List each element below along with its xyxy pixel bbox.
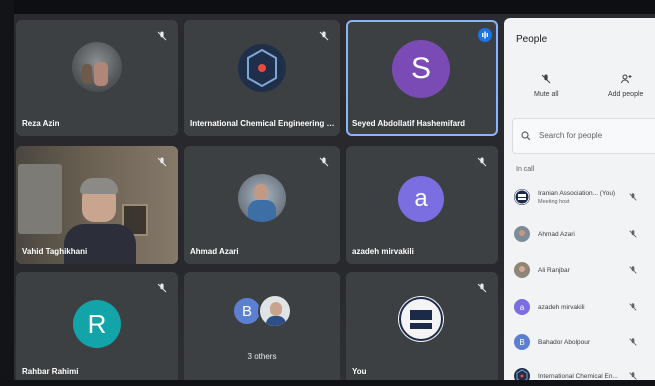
add-people-button[interactable]: Add people <box>608 73 643 98</box>
mic-off-icon <box>477 157 487 167</box>
avatar: S <box>392 40 450 98</box>
monitor-bezel-bottom <box>0 380 655 386</box>
mute-all-button[interactable]: Mute all <box>534 73 559 98</box>
speaking-indicator-icon <box>478 28 492 42</box>
person-hair <box>80 178 118 194</box>
mic-off-icon[interactable] <box>628 192 638 202</box>
mic-off-icon <box>157 283 167 293</box>
participant-name: Iranian Association... (You) <box>538 190 616 197</box>
search-placeholder: Search for people <box>539 131 603 140</box>
host-label: Meeting host <box>538 199 570 205</box>
video-background <box>18 164 62 234</box>
mic-off-icon[interactable] <box>628 337 638 347</box>
participant-tile[interactable]: a azadeh mirvakili <box>346 146 498 264</box>
search-icon <box>521 131 531 141</box>
association-logo-icon <box>514 189 530 205</box>
mic-off-icon <box>477 283 487 293</box>
panel-title: People <box>516 34 548 45</box>
participant-photo <box>258 294 292 328</box>
participant-name: International Chemical Engineering Cong.… <box>190 119 340 128</box>
avatar <box>514 262 530 278</box>
mic-off-icon[interactable] <box>628 229 638 239</box>
avatar <box>514 226 530 242</box>
participant-name: azadeh mirvakili <box>352 247 414 256</box>
avatar: B <box>514 334 530 350</box>
participant-name: Ahmad Azari <box>190 247 239 256</box>
mic-off-icon <box>541 74 551 84</box>
participant-name: Rahbar Rahimi <box>22 367 79 376</box>
participant-row[interactable]: Iranian Association... (You) Meeting hos… <box>504 183 655 211</box>
add-person-icon <box>620 74 632 84</box>
participant-tile-active[interactable]: S Seyed Abdollatif Hashemifard <box>346 20 498 136</box>
in-call-heading: In call <box>516 166 535 173</box>
mic-off-icon[interactable] <box>628 302 638 312</box>
participant-row[interactable]: Ahmad Azari <box>504 220 655 248</box>
add-people-label: Add people <box>608 91 644 98</box>
you-label: (You) <box>599 190 616 197</box>
participant-row[interactable]: a azadeh mirvakili <box>504 293 655 321</box>
participant-name: Bahador Abolpour <box>538 339 591 346</box>
mic-off-icon <box>319 157 329 167</box>
avatar: R <box>73 300 121 348</box>
mic-off-icon <box>319 31 329 41</box>
association-logo <box>398 296 444 342</box>
participant-name: You <box>352 367 367 376</box>
participant-row[interactable]: Ali Ranjbar <box>504 256 655 284</box>
participant-photo <box>72 42 122 92</box>
people-panel: People Mute all Add people Search for pe… <box>504 18 655 386</box>
participant-name: Seyed Abdollatif Hashemifard <box>352 119 466 128</box>
participant-tile-video[interactable]: Vahid Taghikhani <box>16 146 178 264</box>
participant-photo <box>238 174 286 222</box>
participant-tile[interactable]: Ahmad Azari <box>184 146 340 264</box>
participant-name: Reza Azin <box>22 119 60 128</box>
participant-tile[interactable]: R Rahbar Rahimi <box>16 272 178 384</box>
mic-off-icon <box>157 157 167 167</box>
conference-logo <box>238 44 286 92</box>
panel-actions: Mute all Add people <box>504 73 655 109</box>
avatar: a <box>514 299 530 315</box>
participant-name: azadeh mirvakili <box>538 304 585 311</box>
mic-off-icon <box>157 31 167 41</box>
mic-off-icon[interactable] <box>628 265 638 275</box>
avatar: a <box>398 176 444 222</box>
participant-name: Ahmad Azari <box>538 231 575 238</box>
participant-name: Vahid Taghikhani <box>22 247 88 256</box>
participant-tile[interactable]: Reza Azin <box>16 20 178 136</box>
search-input[interactable]: Search for people <box>512 118 655 154</box>
meet-screen: Reza Azin International Chemical Enginee… <box>0 0 655 386</box>
participant-name: International Chemical En... <box>538 373 618 380</box>
monitor-bezel <box>0 0 655 14</box>
participant-row[interactable]: B Bahador Abolpour <box>504 328 655 356</box>
participant-tile[interactable]: International Chemical Engineering Cong.… <box>184 20 340 136</box>
others-tile[interactable]: B 3 others <box>184 272 340 384</box>
monitor-bezel-left <box>0 0 14 386</box>
others-count: 3 others <box>247 352 277 361</box>
person-body <box>64 224 136 264</box>
self-tile[interactable]: You <box>346 272 498 384</box>
participant-name: Ali Ranjbar <box>538 267 570 274</box>
mute-all-label: Mute all <box>534 91 559 98</box>
